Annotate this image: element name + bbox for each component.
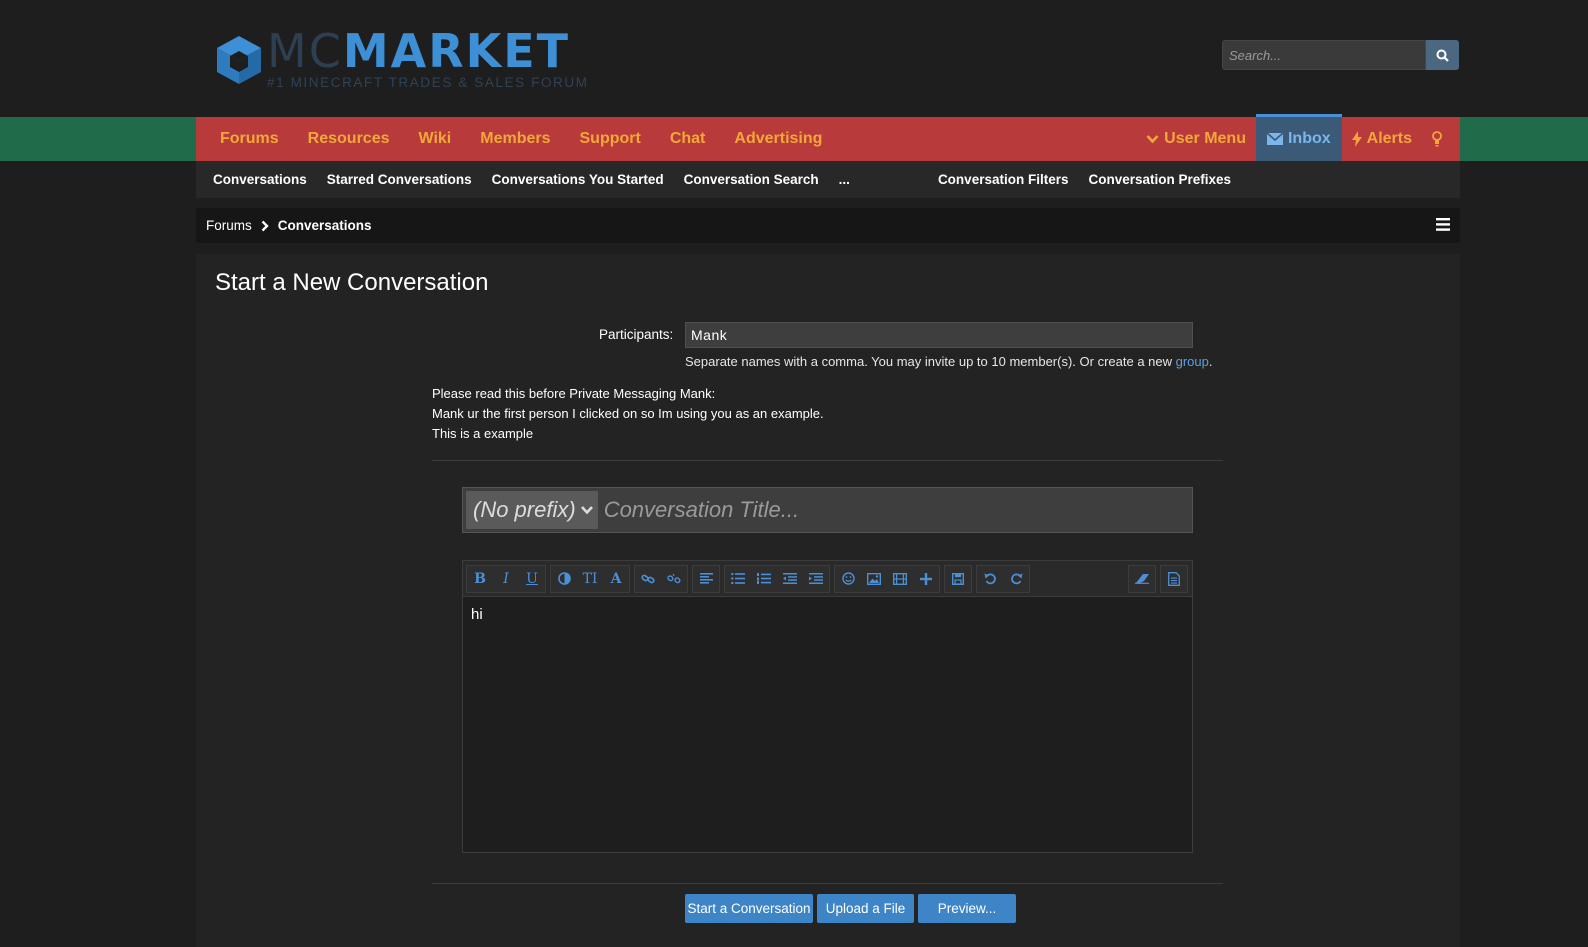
title-row: (No prefix) xyxy=(462,487,1193,533)
unlink-icon[interactable] xyxy=(661,566,687,592)
ideas-button[interactable] xyxy=(1422,117,1460,161)
sub-nav: Conversations Starred Conversations Conv… xyxy=(196,161,1460,198)
message-body[interactable]: hi xyxy=(463,597,1192,632)
subnav-starred[interactable]: Starred Conversations xyxy=(317,172,482,187)
participants-input[interactable] xyxy=(685,322,1193,348)
smiley-icon[interactable] xyxy=(835,566,861,592)
underline-icon[interactable]: U xyxy=(519,566,545,592)
prefix-select[interactable]: (No prefix) xyxy=(466,491,598,529)
recipient-notice: Please read this before Private Messagin… xyxy=(432,384,824,444)
font-size-icon[interactable]: TI xyxy=(577,566,603,592)
alerts-tab[interactable]: Alerts xyxy=(1342,117,1422,161)
notice-line: This is a example xyxy=(432,426,534,441)
media-icon[interactable] xyxy=(887,566,913,592)
logo-mc: MC xyxy=(267,24,343,78)
subnav-filters[interactable]: Conversation Filters xyxy=(928,172,1079,187)
nav-wiki[interactable]: Wiki xyxy=(404,117,466,161)
inbox-label: Inbox xyxy=(1287,130,1331,147)
participants-hint: Separate names with a comma. You may inv… xyxy=(685,354,1213,369)
form-buttons: Start a Conversation Upload a File Previ… xyxy=(685,894,1016,923)
save-draft-icon[interactable] xyxy=(945,566,971,592)
preview-button[interactable]: Preview... xyxy=(918,894,1016,923)
text-color-icon[interactable] xyxy=(551,566,577,592)
divider xyxy=(432,460,1223,461)
redo-icon[interactable] xyxy=(1003,566,1029,592)
alerts-label: Alerts xyxy=(1366,130,1412,147)
breadcrumb: Forums Conversations xyxy=(196,208,1460,243)
inbox-tab[interactable]: Inbox xyxy=(1255,114,1342,161)
bolt-icon xyxy=(1351,131,1362,147)
link-icon[interactable] xyxy=(635,566,661,592)
align-icon[interactable] xyxy=(693,566,719,592)
subnav-prefixes[interactable]: Conversation Prefixes xyxy=(1078,172,1241,187)
subnav-search[interactable]: Conversation Search xyxy=(674,172,829,187)
start-conversation-button[interactable]: Start a Conversation xyxy=(685,894,813,923)
search-input[interactable] xyxy=(1222,40,1426,70)
lightbulb-icon xyxy=(1432,131,1442,147)
user-menu-label: User Menu xyxy=(1164,130,1246,147)
nav-chat[interactable]: Chat xyxy=(655,117,720,161)
undo-icon[interactable] xyxy=(977,566,1003,592)
divider xyxy=(432,883,1223,884)
main-nav: Forums Resources Wiki Members Support Ch… xyxy=(196,114,1460,161)
chevron-down-icon xyxy=(1146,135,1159,144)
hint-end: . xyxy=(1208,354,1213,369)
search-icon xyxy=(1436,49,1449,62)
eraser-icon[interactable] xyxy=(1129,566,1155,592)
bullet-list-icon[interactable] xyxy=(725,566,751,592)
subnav-started[interactable]: Conversations You Started xyxy=(482,172,674,187)
subnav-more[interactable]: ... xyxy=(829,172,860,187)
message-editor: B I U TI A hi xyxy=(462,560,1193,853)
search-button[interactable] xyxy=(1426,40,1459,70)
nav-members[interactable]: Members xyxy=(466,117,565,161)
site-header: MCMARKET #1 MINECRAFT TRADES & SALES FOR… xyxy=(0,0,1588,117)
nav-forums[interactable]: Forums xyxy=(196,117,293,161)
image-icon[interactable] xyxy=(861,566,887,592)
logo-market: MARKET xyxy=(342,24,571,78)
participants-label: Participants: xyxy=(599,327,674,342)
conversation-title-input[interactable] xyxy=(597,488,1192,532)
indent-icon[interactable] xyxy=(803,566,829,592)
nav-resources[interactable]: Resources xyxy=(293,117,404,161)
cube-logo-icon xyxy=(217,36,261,84)
main-panel: Start a New Conversation Participants: S… xyxy=(196,254,1460,947)
italic-icon[interactable]: I xyxy=(493,566,519,592)
nav-advertising[interactable]: Advertising xyxy=(720,117,837,161)
envelope-icon xyxy=(1266,133,1283,145)
upload-file-button[interactable]: Upload a File xyxy=(817,894,914,923)
hint-text: Separate names with a comma. You may inv… xyxy=(685,354,1176,369)
outdent-icon[interactable] xyxy=(777,566,803,592)
site-logo[interactable]: MCMARKET #1 MINECRAFT TRADES & SALES FOR… xyxy=(215,28,589,90)
chevron-right-icon xyxy=(261,220,269,232)
page-title: Start a New Conversation xyxy=(215,269,489,296)
logo-tagline: #1 MINECRAFT TRADES & SALES FORUM xyxy=(267,75,589,90)
hamburger-menu-icon[interactable] xyxy=(1436,218,1450,234)
font-family-icon[interactable]: A xyxy=(603,566,629,592)
nav-support[interactable]: Support xyxy=(565,117,655,161)
subnav-conversations[interactable]: Conversations xyxy=(196,172,317,187)
numbered-list-icon[interactable] xyxy=(751,566,777,592)
notice-line: Mank ur the first person I clicked on so… xyxy=(432,406,824,421)
prefix-value: (No prefix) xyxy=(473,497,576,522)
source-toggle-icon[interactable] xyxy=(1161,566,1187,592)
breadcrumb-forums[interactable]: Forums xyxy=(206,218,252,233)
user-menu-button[interactable]: User Menu xyxy=(1136,117,1256,161)
breadcrumb-conversations[interactable]: Conversations xyxy=(278,218,372,233)
editor-toolbar: B I U TI A xyxy=(463,561,1192,597)
notice-line: Please read this before Private Messagin… xyxy=(432,386,716,401)
plus-icon[interactable] xyxy=(913,566,939,592)
chevron-down-icon xyxy=(580,506,593,515)
bold-icon[interactable]: B xyxy=(467,566,493,592)
create-group-link[interactable]: group xyxy=(1176,354,1209,369)
search-bar xyxy=(1222,40,1459,70)
